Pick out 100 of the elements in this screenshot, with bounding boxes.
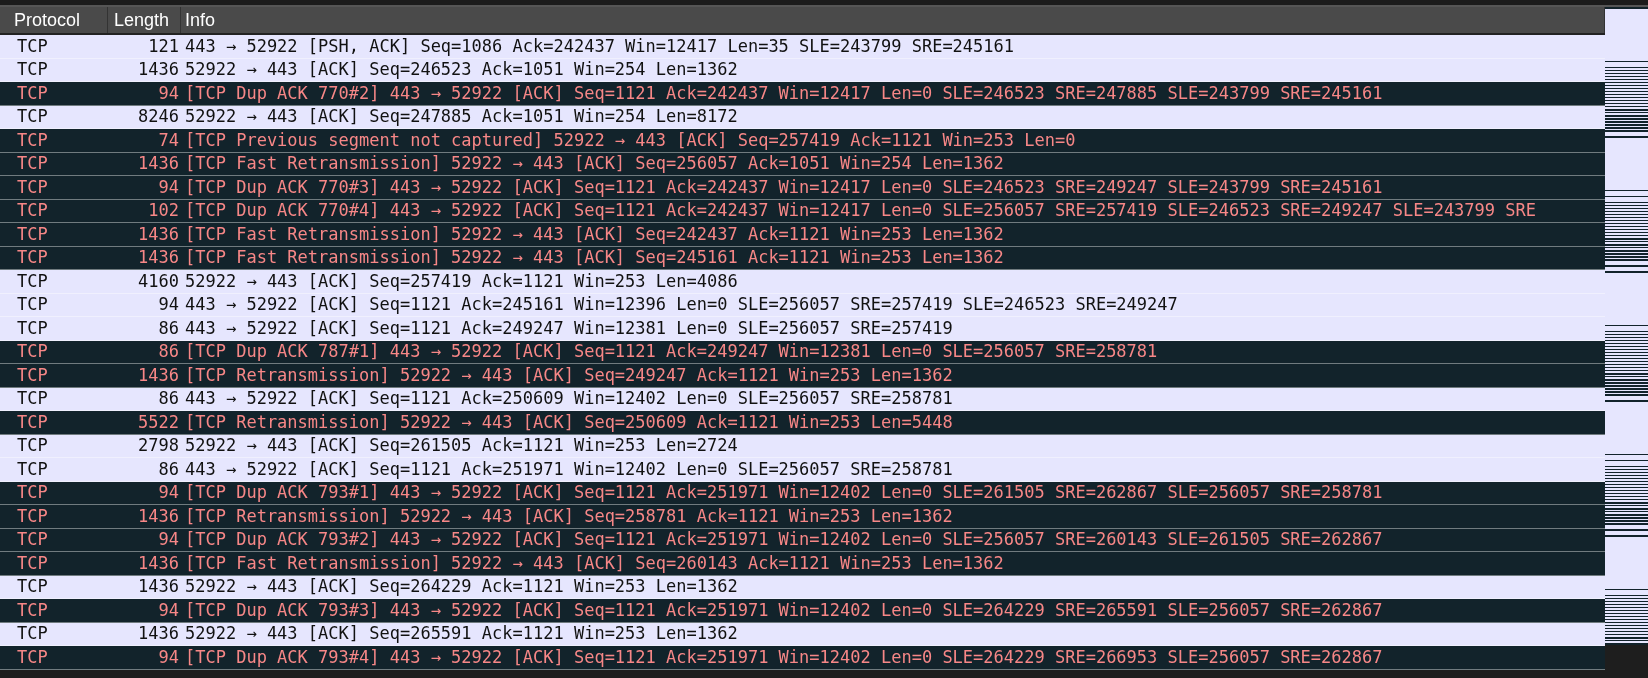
packet-row[interactable]: TCP 1436 [TCP Fast Retransmission] 52922 → 443 [ACK] Seq=260143 Ack=1121 Win=253 Len=1362 [0,552,1605,576]
packet-row[interactable]: TCP 94 [TCP Dup ACK 793#1] 443 → 52922 [ACK] Seq=1121 Ack=251971 Win=12402 Len=0 SLE=261505 SRE=262867 SLE=256057 SRE=258781 [0,481,1605,505]
length-cell-text: 94 [157,294,180,316]
packet-map-drawing[interactable] [1605,7,1648,645]
length-cell-text: 94 [157,529,180,551]
packet-row[interactable]: TCP 94 [TCP Dup ACK 793#3] 443 → 52922 [ACK] Seq=1121 Ack=251971 Win=12402 Len=0 SLE=264229 SRE=265591 SLE=256057 SRE=262867 [0,599,1605,623]
protocol-cell-text: TCP [16,435,49,457]
length-cell-text: 1436 [137,505,180,527]
info-cell-text: 52922 → 443 [ACK] Seq=264229 Ack=1121 Win=253 Len=1362 [184,576,738,598]
info-cell-text: [TCP Fast Retransmission] 52922 → 443 [ACK] Seq=260143 Ack=1121 Win=253 Len=1362 [184,552,1004,574]
info-cell-text: 52922 → 443 [ACK] Seq=265591 Ack=1121 Win=253 Len=1362 [184,623,738,645]
length-cell-text: 94 [157,176,180,198]
protocol-cell-text: TCP [16,482,49,504]
packet-row[interactable]: TCP 1436 52922 → 443 [ACK] Seq=264229 Ack=1121 Win=253 Len=1362 [0,575,1605,599]
info-cell-text: 443 → 52922 [ACK] Seq=1121 Ack=251971 Win=12402 Len=0 SLE=256057 SRE=258781 [184,458,953,480]
info-cell-text: [TCP Previous segment not captured] 52922 → 443 [ACK] Seq=257419 Ack=1121 Win=253 Len=0 [184,129,1076,151]
packet-row[interactable]: TCP 1436 52922 → 443 [ACK] Seq=265591 Ack=1121 Win=253 Len=1362 [0,622,1605,646]
info-cell-text: [TCP Dup ACK 793#3] 443 → 52922 [ACK] Seq=1121 Ack=251971 Win=12402 Len=0 SLE=264229 SRE=265591 SLE=256057 SRE=262867 [184,599,1383,621]
packet-row[interactable]: TCP 94 [TCP Dup ACK 793#4] 443 → 52922 [ACK] Seq=1121 Ack=251971 Win=12402 Len=0 SLE=264229 SRE=266953 SLE=256057 SRE=262867 [0,646,1605,670]
info-cell-text: 443 → 52922 [PSH, ACK] Seq=1086 Ack=242437 Win=12417 Len=35 SLE=243799 SRE=245161 [184,35,1015,57]
length-cell-text: 86 [157,317,180,339]
packet-row[interactable]: TCP 1436 [TCP Retransmission] 52922 → 443 [ACK] Seq=249247 Ack=1121 Win=253 Len=1362 [0,364,1605,388]
info-cell-text: [TCP Retransmission] 52922 → 443 [ACK] Seq=250609 Ack=1121 Win=253 Len=5448 [184,411,953,433]
protocol-cell-text: TCP [16,529,49,551]
info-cell-text: 443 → 52922 [ACK] Seq=1121 Ack=245161 Win=12396 Len=0 SLE=256057 SRE=257419 SLE=246523 SRE=249247 [184,294,1178,316]
length-cell-text: 1436 [137,623,180,645]
length-cell-text: 94 [157,646,180,668]
protocol-cell-text: TCP [16,247,49,269]
packet-row[interactable]: TCP 102 [TCP Dup ACK 770#4] 443 → 52922 [ACK] Seq=1121 Ack=242437 Win=12417 Len=0 SLE=256057 SRE=257419 SLE=246523 SRE=249247 SLE=243799 SRE [0,199,1605,223]
packet-row[interactable]: TCP 1436 [TCP Fast Retransmission] 52922 → 443 [ACK] Seq=256057 Ack=1051 Win=254 Len=1362 [0,152,1605,176]
info-cell-text: [TCP Dup ACK 770#3] 443 → 52922 [ACK] Seq=1121 Ack=242437 Win=12417 Len=0 SLE=246523 SRE=249247 SLE=243799 SRE=245161 [184,176,1383,198]
protocol-cell-text: TCP [16,200,49,222]
length-cell-text: 94 [157,599,180,621]
length-cell-text: 1436 [137,223,180,245]
length-cell-text: 5522 [137,411,180,433]
info-cell-text: [TCP Fast Retransmission] 52922 → 443 [ACK] Seq=242437 Ack=1121 Win=253 Len=1362 [184,223,1004,245]
packet-row[interactable]: TCP 1436 [TCP Fast Retransmission] 52922 → 443 [ACK] Seq=242437 Ack=1121 Win=253 Len=1362 [0,223,1605,247]
length-cell-text: 74 [157,129,180,151]
length-cell-text: 1436 [137,59,180,81]
info-cell-text: 443 → 52922 [ACK] Seq=1121 Ack=250609 Win=12402 Len=0 SLE=256057 SRE=258781 [184,388,953,410]
protocol-cell-text: TCP [16,317,49,339]
protocol-cell-text: TCP [16,35,49,57]
protocol-cell-text: TCP [16,153,49,175]
protocol-cell-text: TCP [16,129,49,151]
info-cell-text: 443 → 52922 [ACK] Seq=1121 Ack=249247 Win=12381 Len=0 SLE=256057 SRE=257419 [184,317,953,339]
packet-row[interactable]: TCP 5522 [TCP Retransmission] 52922 → 443 [ACK] Seq=250609 Ack=1121 Win=253 Len=5448 [0,411,1605,435]
column-header[interactable]: Protocol [0,7,108,33]
length-cell-text: 4160 [137,270,180,292]
packet-row[interactable]: TCP 94 [TCP Dup ACK 793#2] 443 → 52922 [ACK] Seq=1121 Ack=251971 Win=12402 Len=0 SLE=256057 SRE=260143 SLE=261505 SRE=262867 [0,528,1605,552]
packet-row[interactable]: TCP 4160 52922 → 443 [ACK] Seq=257419 Ack=1121 Win=253 Len=4086 [0,270,1605,294]
protocol-cell-text: TCP [16,294,49,316]
info-cell-text: 52922 → 443 [ACK] Seq=261505 Ack=1121 Win=253 Len=2724 [184,435,738,457]
length-cell-text: 2798 [137,435,180,457]
packet-row[interactable]: TCP 1436 52922 → 443 [ACK] Seq=246523 Ack=1051 Win=254 Len=1362 [0,58,1605,82]
info-cell-text: [TCP Dup ACK 787#1] 443 → 52922 [ACK] Seq=1121 Ack=249247 Win=12381 Len=0 SLE=256057 SRE=258781 [184,341,1158,363]
packet-row[interactable]: TCP 74 [TCP Previous segment not captured] 52922 → 443 [ACK] Seq=257419 Ack=1121 Win=253 Len=0 [0,129,1605,153]
packet-row[interactable]: TCP 86 443 → 52922 [ACK] Seq=1121 Ack=249247 Win=12381 Len=0 SLE=256057 SRE=257419 [0,317,1605,341]
packet-row[interactable]: TCP 94 [TCP Dup ACK 770#3] 443 → 52922 [ACK] Seq=1121 Ack=242437 Win=12417 Len=0 SLE=246523 SRE=249247 SLE=243799 SRE=245161 [0,176,1605,200]
protocol-cell-text: TCP [16,599,49,621]
column-header[interactable]: Length [108,7,181,33]
info-cell-text: [TCP Dup ACK 770#4] 443 → 52922 [ACK] Seq=1121 Ack=242437 Win=12417 Len=0 SLE=256057 SRE=257419 SLE=246523 SRE=249247 SLE=243799 SRE [184,200,1536,222]
packet-row[interactable]: TCP 94 [TCP Dup ACK 770#2] 443 → 52922 [ACK] Seq=1121 Ack=242437 Win=12417 Len=0 SLE=246523 SRE=247885 SLE=243799 SRE=245161 [0,82,1605,106]
length-cell-text: 121 [147,35,180,57]
info-cell-text: [TCP Dup ACK 793#1] 443 → 52922 [ACK] Seq=1121 Ack=251971 Win=12402 Len=0 SLE=261505 SRE=262867 SLE=256057 SRE=258781 [184,482,1383,504]
info-cell-text: 52922 → 443 [ACK] Seq=246523 Ack=1051 Win=254 Len=1362 [184,59,738,81]
length-cell-text: 94 [157,482,180,504]
packet-row[interactable]: TCP 94 443 → 52922 [ACK] Seq=1121 Ack=245161 Win=12396 Len=0 SLE=256057 SRE=257419 SLE=246523 SRE=249247 [0,293,1605,317]
packet-row[interactable]: TCP 86 443 → 52922 [ACK] Seq=1121 Ack=251971 Win=12402 Len=0 SLE=256057 SRE=258781 [0,458,1605,482]
info-cell-text: [TCP Dup ACK 793#2] 443 → 52922 [ACK] Seq=1121 Ack=251971 Win=12402 Len=0 SLE=256057 SRE=260143 SLE=261505 SRE=262867 [184,529,1383,551]
protocol-cell-text: TCP [16,364,49,386]
protocol-cell-text: TCP [16,646,49,668]
length-cell-text: 86 [157,458,180,480]
length-cell-text: 1436 [137,153,180,175]
packet-row[interactable]: TCP 86 [TCP Dup ACK 787#1] 443 → 52922 [ACK] Seq=1121 Ack=249247 Win=12381 Len=0 SLE=256057 SRE=258781 [0,340,1605,364]
info-cell-text: [TCP Retransmission] 52922 → 443 [ACK] Seq=258781 Ack=1121 Win=253 Len=1362 [184,505,953,527]
protocol-cell-text: TCP [16,82,49,104]
protocol-cell-text: TCP [16,552,49,574]
length-cell-text: 1436 [137,364,180,386]
info-cell-text: [TCP Retransmission] 52922 → 443 [ACK] Seq=249247 Ack=1121 Win=253 Len=1362 [184,364,953,386]
protocol-cell-text: TCP [16,341,49,363]
info-cell-text: 52922 → 443 [ACK] Seq=247885 Ack=1051 Win=254 Len=8172 [184,106,738,128]
protocol-cell-text: TCP [16,106,49,128]
length-cell-text: 1436 [137,552,180,574]
length-cell-text: 1436 [137,247,180,269]
info-cell-text: [TCP Fast Retransmission] 52922 → 443 [ACK] Seq=245161 Ack=1121 Win=253 Len=1362 [184,247,1004,269]
protocol-cell-text: TCP [16,411,49,433]
packet-row[interactable]: TCP 121 443 → 52922 [PSH, ACK] Seq=1086 Ack=242437 Win=12417 Len=35 SLE=243799 SRE=245161 [0,35,1605,59]
length-cell-text: 86 [157,341,180,363]
packet-row[interactable]: TCP 1436 [TCP Fast Retransmission] 52922 → 443 [ACK] Seq=245161 Ack=1121 Win=253 Len=1362 [0,246,1605,270]
packet-row[interactable]: TCP 2798 52922 → 443 [ACK] Seq=261505 Ack=1121 Win=253 Len=2724 [0,434,1605,458]
protocol-cell-text: TCP [16,223,49,245]
protocol-cell-text: TCP [16,576,49,598]
packet-row[interactable]: TCP 8246 52922 → 443 [ACK] Seq=247885 Ack=1051 Win=254 Len=8172 [0,105,1605,129]
protocol-cell-text: TCP [16,388,49,410]
length-cell-text: 8246 [137,106,180,128]
packet-row[interactable]: TCP 86 443 → 52922 [ACK] Seq=1121 Ack=250609 Win=12402 Len=0 SLE=256057 SRE=258781 [0,387,1605,411]
protocol-cell-text: TCP [16,458,49,480]
protocol-cell-text: TCP [16,623,49,645]
length-cell-text: 86 [157,388,180,410]
packet-row[interactable]: TCP 1436 [TCP Retransmission] 52922 → 443 [ACK] Seq=258781 Ack=1121 Win=253 Len=1362 [0,505,1605,529]
